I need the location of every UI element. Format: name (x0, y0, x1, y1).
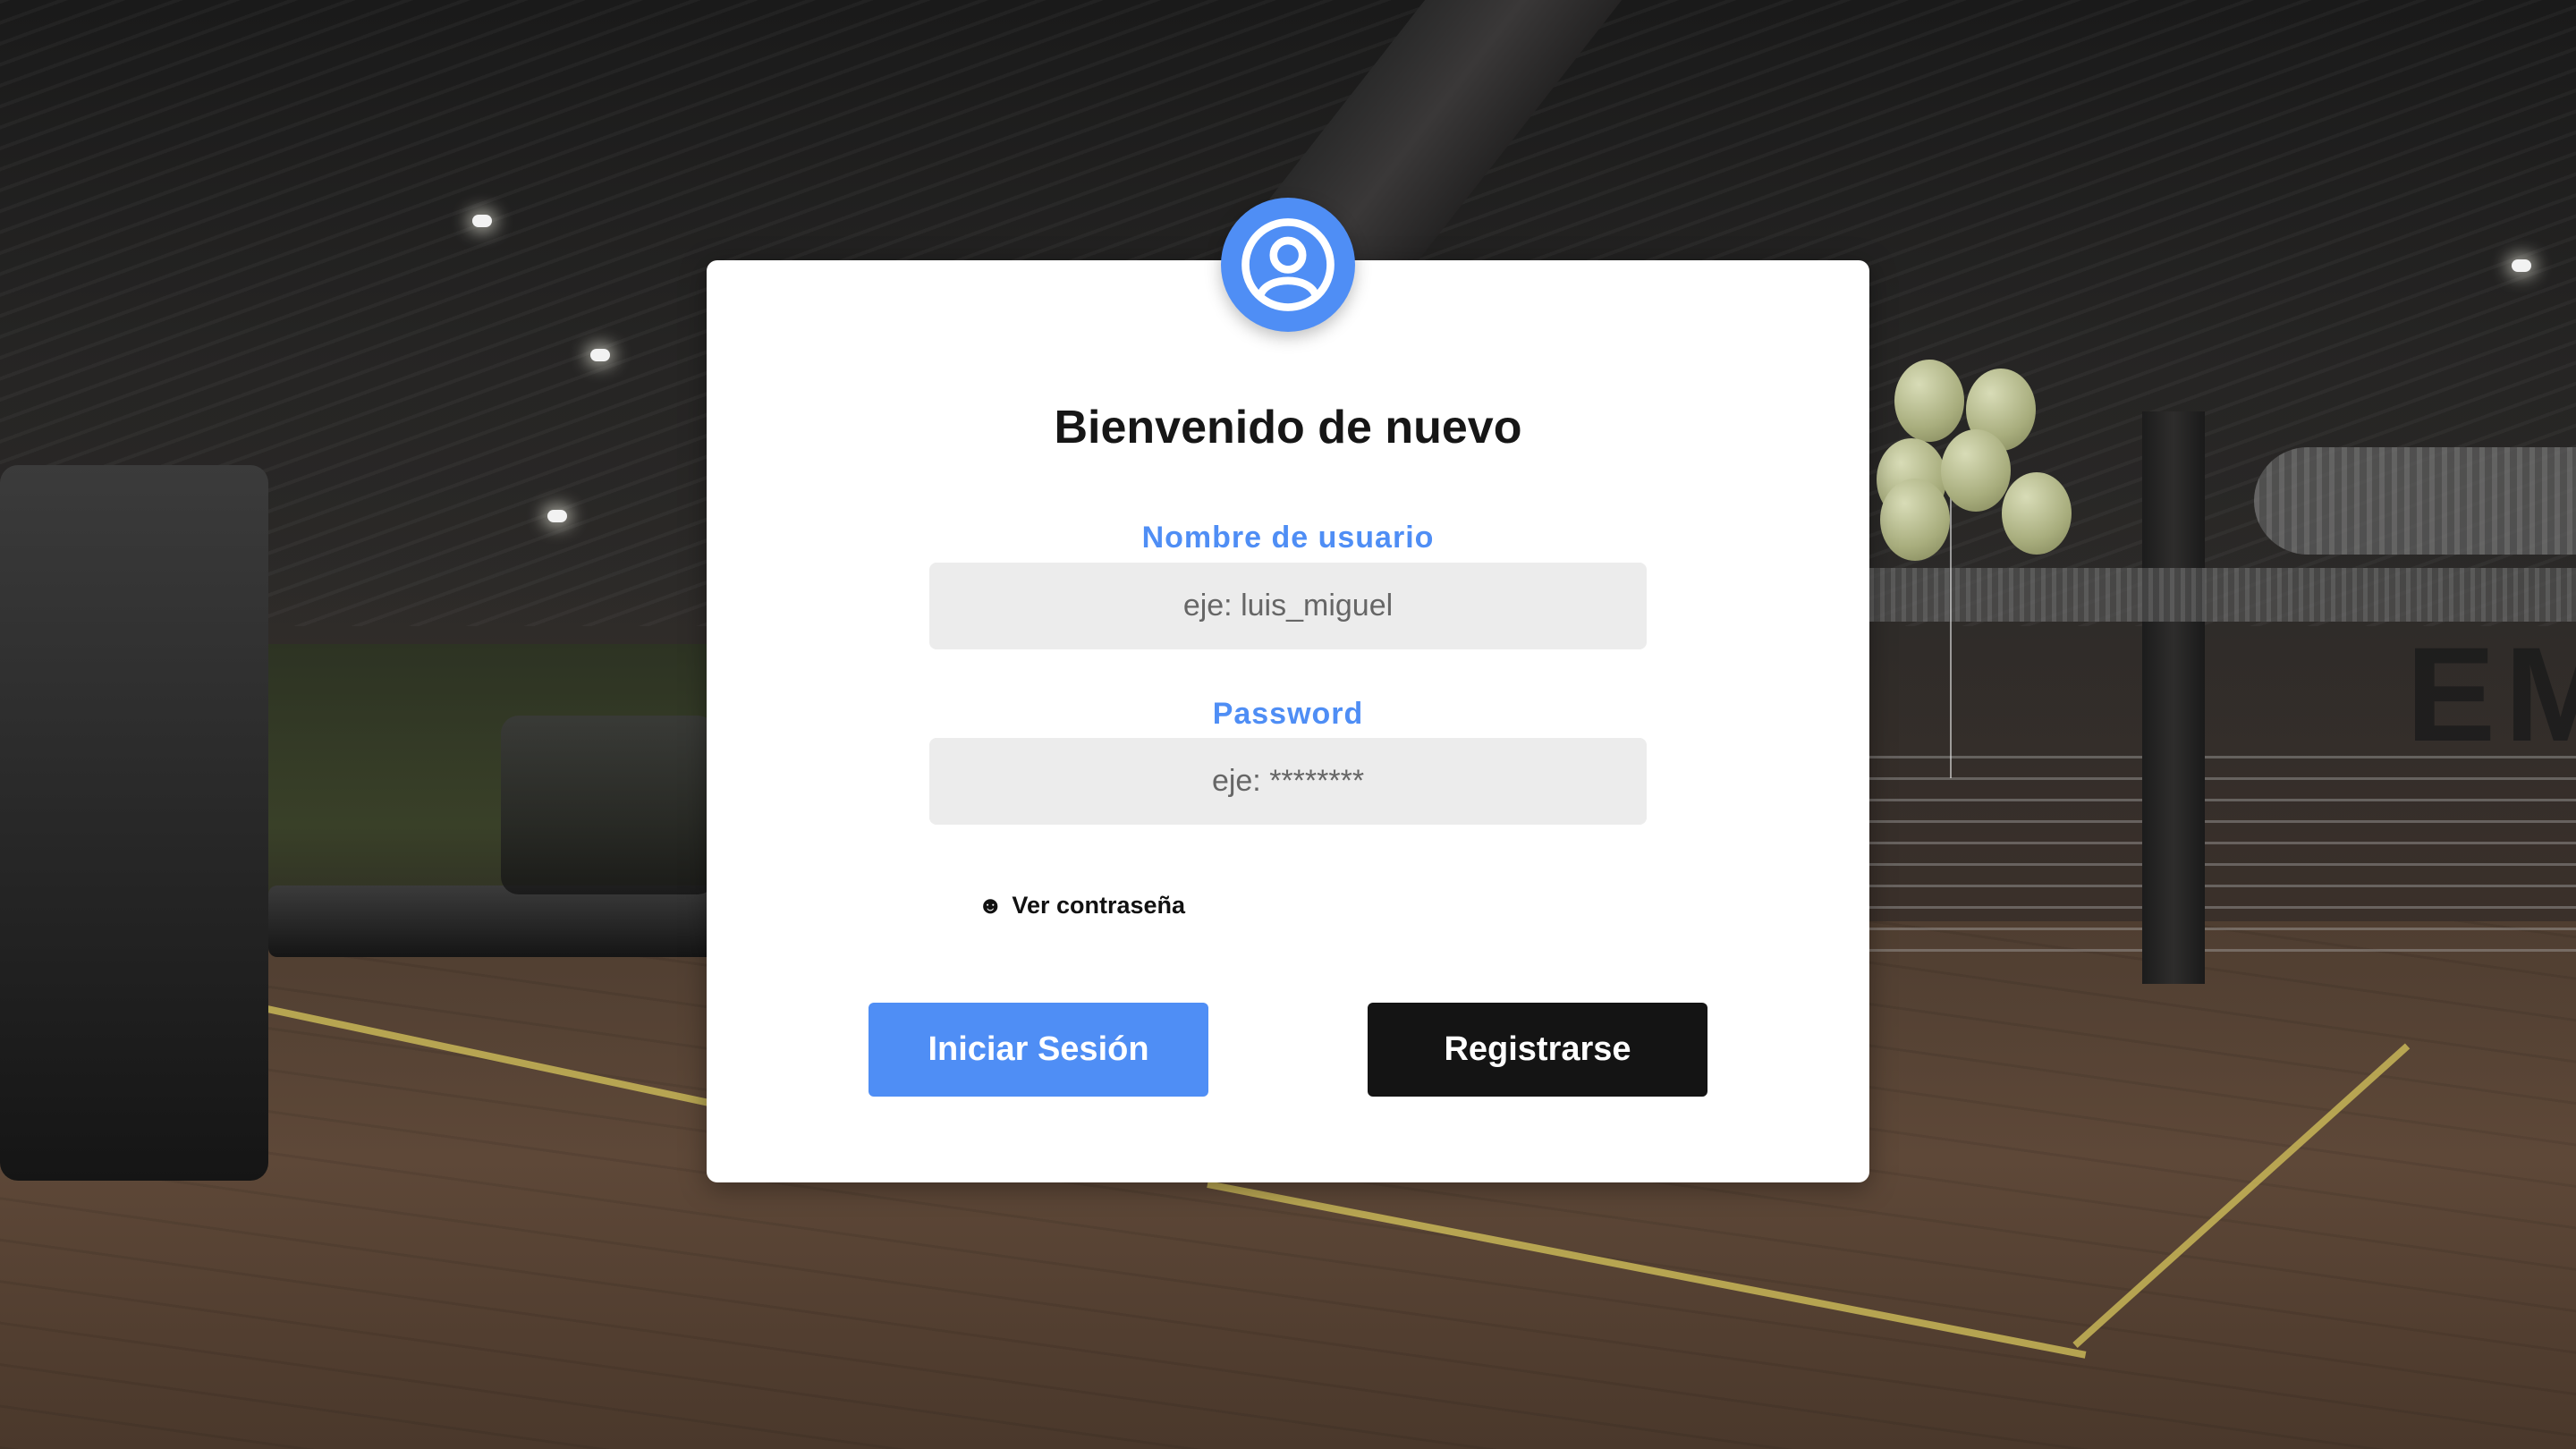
register-button[interactable]: Registrarse (1368, 1003, 1707, 1097)
wall-letters: EM (2406, 619, 2576, 769)
face-icon: ☻ (978, 892, 1004, 919)
treadmill (268, 886, 716, 957)
username-input[interactable] (929, 563, 1647, 649)
gym-machine (0, 465, 268, 1181)
show-password-label: Ver contraseña (1012, 892, 1186, 919)
air-duct (2254, 447, 2576, 555)
show-password-toggle[interactable]: ☻ Ver contraseña (978, 892, 1185, 919)
login-button[interactable]: Iniciar Sesión (869, 1003, 1208, 1097)
pillar (2142, 411, 2205, 984)
balloon (1941, 429, 2011, 512)
balloon (1880, 479, 1950, 561)
password-input[interactable] (929, 738, 1647, 825)
ceiling-light (547, 510, 567, 522)
user-circle-icon (1241, 218, 1335, 311)
username-label: Nombre de usuario (1141, 521, 1435, 555)
ceiling-light (590, 349, 610, 361)
page-title: Bienvenido de nuevo (1054, 402, 1522, 453)
treadmill (501, 716, 716, 894)
air-duct (1869, 568, 2576, 622)
user-avatar (1221, 198, 1355, 332)
balloon-strings (1950, 483, 1952, 778)
railing (1869, 756, 2576, 962)
ceiling-light (2512, 259, 2531, 272)
password-label: Password (1212, 697, 1364, 731)
balloon (1894, 360, 1964, 442)
ceiling-light (472, 215, 492, 227)
balloon (2002, 472, 2072, 555)
